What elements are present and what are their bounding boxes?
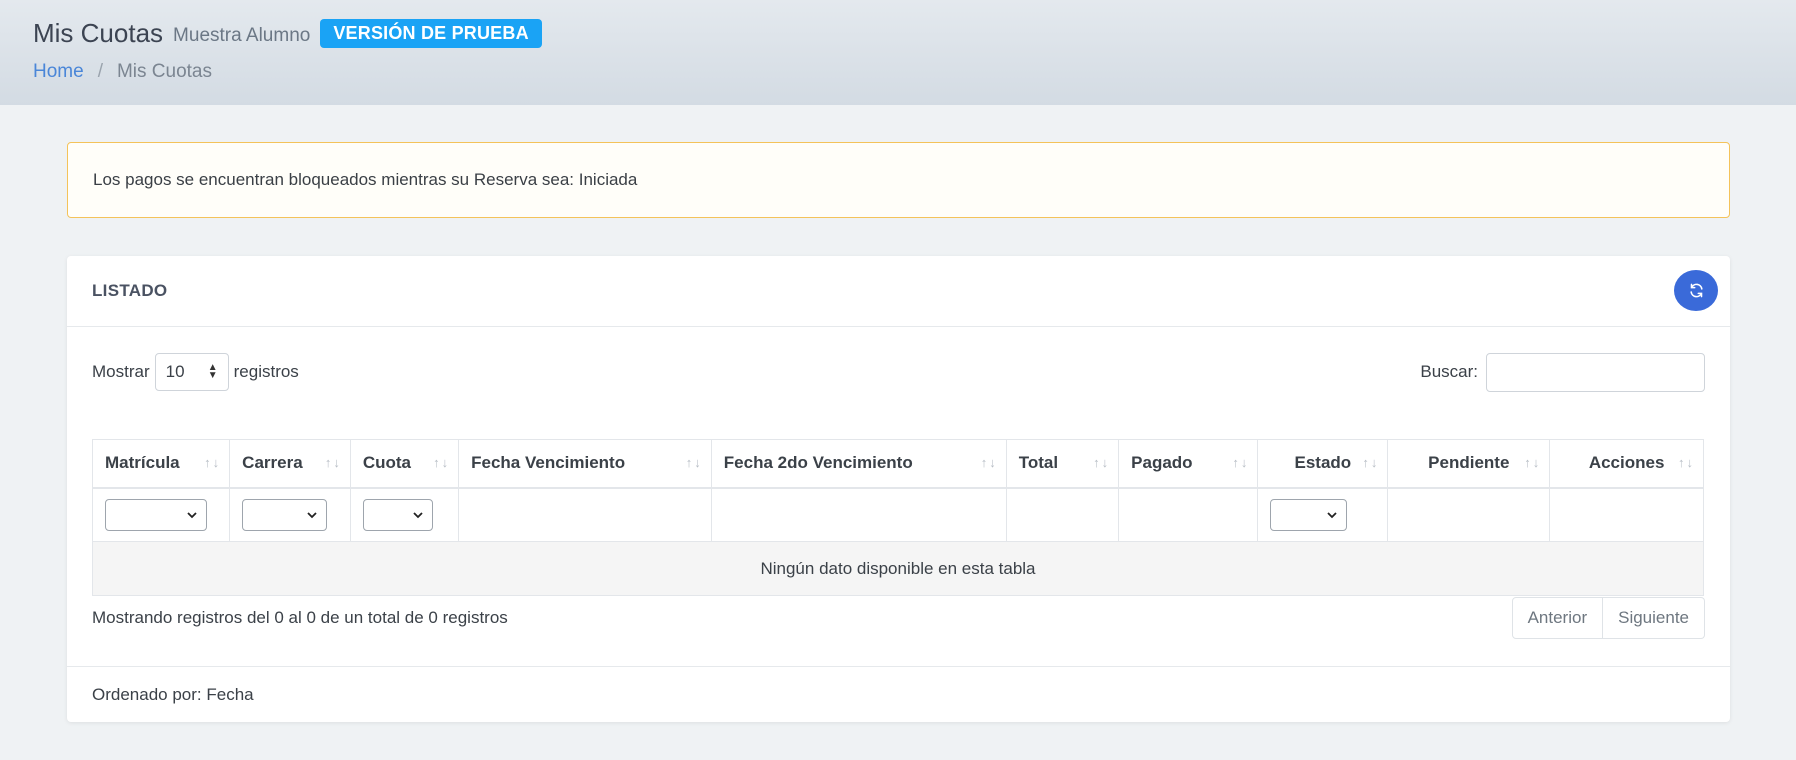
- sort-icon: ↑↓: [1362, 455, 1380, 470]
- length-prefix: Mostrar: [92, 362, 150, 381]
- filter-cell: [458, 487, 712, 542]
- length-suffix: registros: [233, 362, 299, 381]
- empty-table-message: Ningún dato disponible en esta tabla: [92, 541, 1704, 596]
- filter-cell: [1549, 487, 1704, 542]
- sort-icon: ↑↓: [1093, 455, 1111, 470]
- column-header-matricula[interactable]: Matrícula ↑↓: [91, 439, 231, 489]
- filter-estado-select[interactable]: [1270, 498, 1348, 531]
- column-header-cuota[interactable]: Cuota ↑↓: [349, 439, 460, 489]
- column-header-pagado[interactable]: Pagado ↑↓: [1118, 439, 1259, 489]
- card-title: LISTADO: [92, 281, 168, 300]
- table-info: Mostrando registros del 0 al 0 de un tot…: [92, 608, 508, 627]
- filter-cell: [1118, 487, 1259, 542]
- column-label: Cuota: [362, 453, 411, 473]
- column-label: Fecha 2do Vencimiento: [723, 453, 913, 473]
- breadcrumb-current: Mis Cuotas: [116, 61, 212, 82]
- sort-icon: ↑↓: [1524, 455, 1542, 470]
- chevron-down-icon: [1327, 512, 1338, 519]
- filter-row: [91, 487, 1704, 542]
- listado-card: LISTADO Mostrar 10 ▲▼ registros Buscar:: [67, 256, 1730, 722]
- sort-order-note: Ordenado por: Fecha: [92, 684, 254, 704]
- column-header-fecha-vencimiento[interactable]: Fecha Vencimiento ↑↓: [458, 439, 712, 489]
- filter-cell: [1005, 487, 1120, 542]
- table-controls: Mostrar 10 ▲ ▼ registros Buscar:: [92, 352, 1705, 392]
- sort-icon: ↑↓: [204, 455, 222, 470]
- column-label: Matrícula: [105, 453, 180, 473]
- filter-cell: [91, 487, 231, 542]
- sort-icon: ↑↓: [685, 455, 703, 470]
- search-input[interactable]: [1486, 352, 1705, 392]
- empty-table-row: Ningún dato disponible en esta tabla: [92, 541, 1704, 596]
- filter-cuota-select[interactable]: [362, 498, 433, 531]
- filter-carrera-select[interactable]: [242, 498, 328, 531]
- table-header-row: Matrícula ↑↓ Carrera ↑↓ Cuota ↑↓ Fecha Venc…: [91, 439, 1704, 489]
- payments-blocked-alert: Los pagos se encuentran bloqueados mient…: [67, 142, 1730, 218]
- pagination: Anterior Siguiente: [1511, 597, 1705, 639]
- refresh-button[interactable]: [1674, 270, 1718, 311]
- search-label: Buscar:: [1420, 362, 1478, 381]
- chevron-down-icon: [187, 512, 197, 519]
- column-header-total[interactable]: Total ↑↓: [1005, 439, 1120, 489]
- filter-cell: [1387, 487, 1551, 542]
- length-control: Mostrar 10 ▲ ▼ registros: [92, 352, 299, 392]
- next-page-button[interactable]: Siguiente: [1603, 597, 1705, 639]
- column-header-acciones[interactable]: Acciones ↑↓: [1549, 439, 1704, 489]
- filter-cell: [349, 487, 460, 542]
- filter-cell: [710, 487, 1007, 542]
- chevron-down-icon: [307, 512, 317, 519]
- refresh-icon: [1689, 283, 1703, 298]
- page-subtitle: Muestra Alumno: [173, 24, 311, 46]
- filter-cell: [229, 487, 351, 542]
- breadcrumb-home-link[interactable]: Home: [33, 61, 84, 83]
- chevron-down-icon: [413, 512, 423, 519]
- sort-icon: ↑↓: [1678, 455, 1695, 470]
- column-label: Estado: [1294, 453, 1352, 473]
- page-length-value: 10: [165, 362, 185, 381]
- select-arrows-icon: ▲ ▼: [207, 362, 218, 381]
- sort-icon: ↑↓: [433, 455, 451, 470]
- sort-icon: ↑↓: [324, 455, 342, 470]
- card-header: LISTADO: [67, 256, 1730, 327]
- sort-icon: ↑↓: [980, 455, 998, 470]
- column-header-estado[interactable]: Estado ↑↓: [1257, 439, 1389, 489]
- alert-text: Los pagos se encuentran bloqueados mient…: [93, 170, 638, 189]
- column-header-fecha-2do-vencimiento[interactable]: Fecha 2do Vencimiento ↑↓: [710, 439, 1007, 489]
- breadcrumb: Home / Mis Cuotas: [33, 61, 212, 83]
- previous-page-button[interactable]: Anterior: [1511, 597, 1604, 639]
- column-label: Pagado: [1131, 453, 1193, 473]
- page-title: Mis Cuotas: [33, 18, 164, 48]
- filter-matricula-select[interactable]: [105, 498, 207, 531]
- page-length-select[interactable]: 10 ▲ ▼: [154, 353, 229, 391]
- page-header: Mis Cuotas Muestra Alumno VERSIÓN DE PRU…: [0, 0, 1796, 105]
- cuotas-table: Matrícula ↑↓ Carrera ↑↓ Cuota ↑↓ Fecha Venc…: [91, 439, 1704, 596]
- column-label: Total: [1018, 453, 1059, 473]
- column-header-carrera[interactable]: Carrera ↑↓: [229, 439, 351, 489]
- column-label: Carrera: [242, 453, 303, 473]
- breadcrumb-separator: /: [97, 61, 103, 82]
- search-control: Buscar:: [1420, 352, 1705, 392]
- column-label: Fecha Vencimiento: [471, 453, 626, 473]
- column-label: Acciones: [1588, 453, 1665, 473]
- sort-icon: ↑↓: [1232, 455, 1250, 470]
- column-label: Pendiente: [1428, 453, 1510, 473]
- filter-cell: [1257, 487, 1389, 542]
- title-row: Mis Cuotas Muestra Alumno VERSIÓN DE PRU…: [33, 18, 542, 49]
- column-header-pendiente[interactable]: Pendiente ↑↓: [1387, 439, 1551, 489]
- trial-version-badge: VERSIÓN DE PRUEBA: [320, 19, 542, 48]
- card-footer: Ordenado por: Fecha: [67, 666, 1730, 722]
